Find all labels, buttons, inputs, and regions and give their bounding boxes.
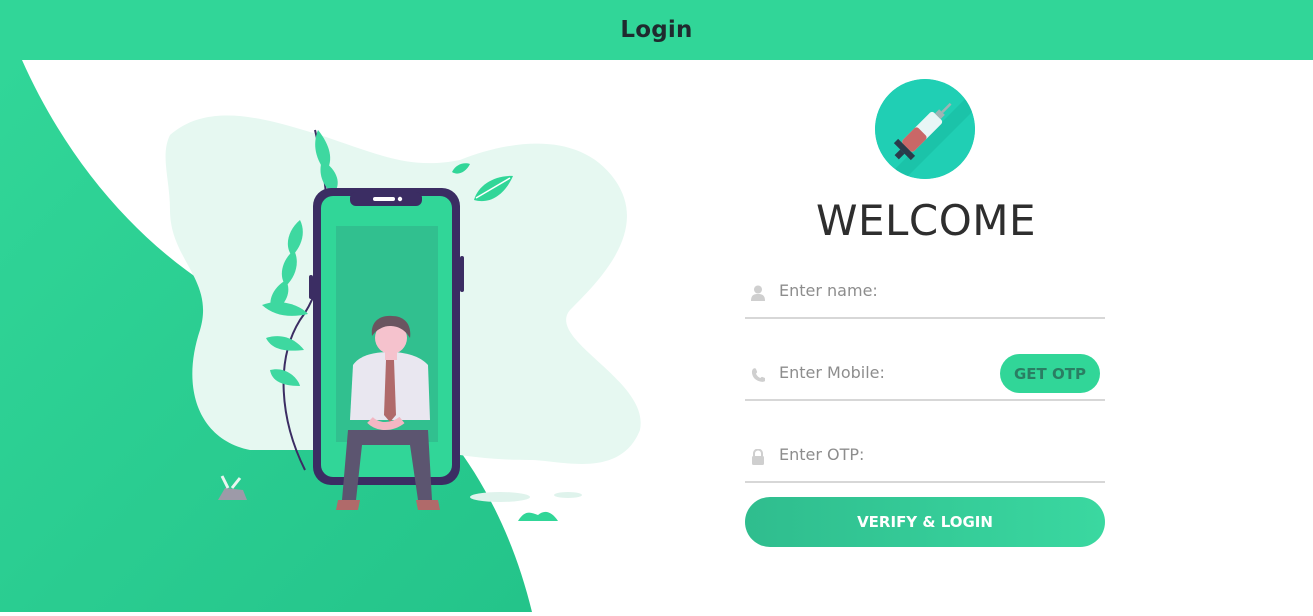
phone-side-button-left [309, 275, 313, 299]
ground-ellipse-small [554, 492, 582, 498]
name-input[interactable] [779, 271, 1019, 309]
small-plant-shape [518, 511, 558, 521]
otp-input[interactable] [779, 435, 1019, 473]
phone-icon [751, 367, 766, 383]
phone-side-button [460, 256, 464, 292]
illustration-svg [0, 60, 641, 612]
get-otp-button[interactable]: GET OTP [1000, 354, 1100, 393]
phone-camera [397, 196, 403, 202]
user-icon [751, 285, 765, 301]
verify-login-button[interactable]: VERIFY & LOGIN [745, 497, 1105, 547]
otp-field [745, 431, 1105, 483]
ground-ellipse [470, 492, 530, 502]
header-bar: Login [0, 0, 1313, 60]
lock-icon [751, 448, 765, 465]
syringe-icon [875, 79, 975, 179]
login-form: WELCOME GET OTP VERIFY & LOGIN [700, 60, 1160, 612]
person-tie [384, 360, 396, 422]
name-field [745, 267, 1105, 319]
page-title: Login [620, 17, 693, 43]
mobile-input[interactable] [779, 353, 1019, 391]
hero-illustration [0, 60, 660, 612]
person-neck [385, 350, 397, 360]
phone-speaker [373, 197, 395, 201]
welcome-heading: WELCOME [815, 196, 1037, 245]
